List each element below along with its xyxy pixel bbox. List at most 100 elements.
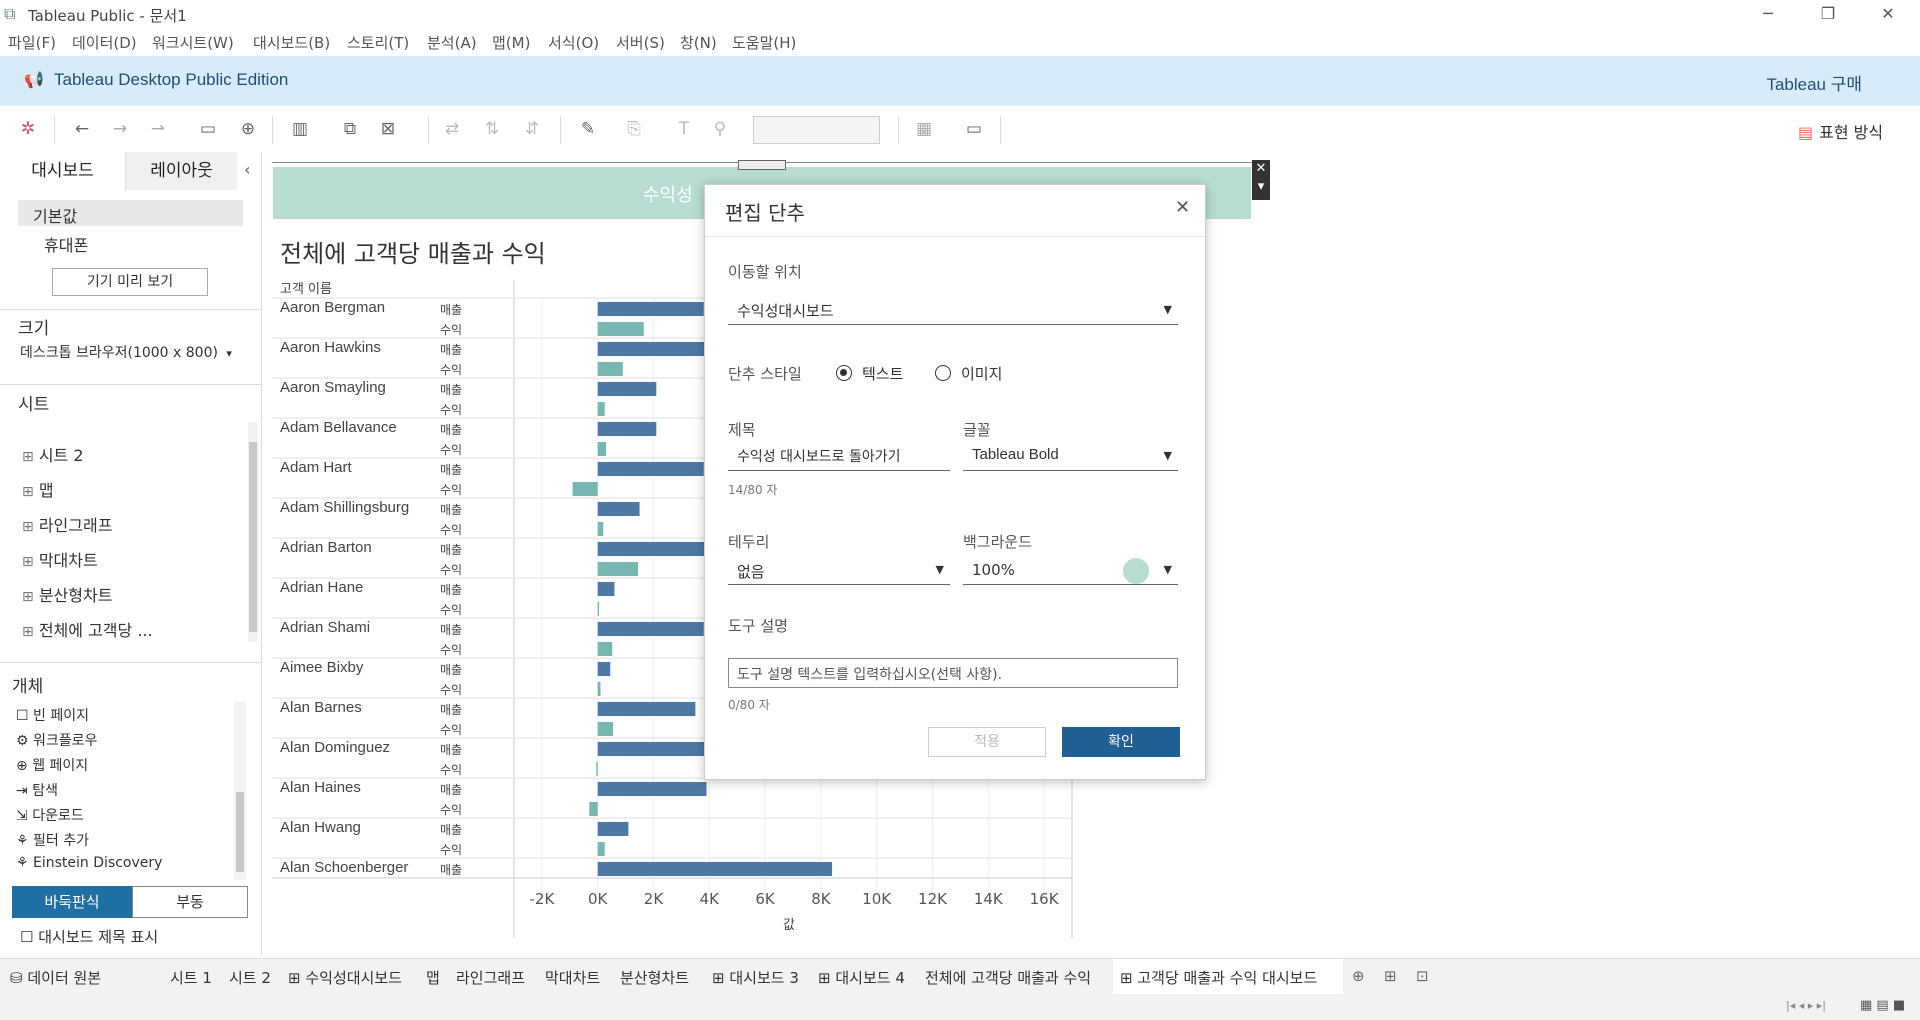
show-title-checkbox[interactable]: ☐ 대시보드 제목 표시 <box>20 926 158 947</box>
card-toggle-icon[interactable]: ▦ <box>912 119 936 139</box>
customer-name: Aaron Hawkins <box>280 339 381 356</box>
highlight-icon[interactable]: ✎ <box>576 119 600 139</box>
buy-tableau-link[interactable]: Tableau 구매 <box>1766 70 1862 95</box>
sheets-scrollbar[interactable] <box>248 422 258 642</box>
tab-line[interactable]: 라인그래프 <box>456 967 525 988</box>
menu-map[interactable]: 맵(M) <box>492 32 530 53</box>
sheet-item-map[interactable]: ⊞ 맵 <box>22 477 54 501</box>
sheet-item-2[interactable]: ⊞ 시트 2 <box>22 442 84 466</box>
tab-dashboard4[interactable]: ⊞ 대시보드 4 <box>818 967 905 988</box>
object-blank[interactable]: ☐ 빈 페이지 <box>16 705 89 725</box>
label-icon[interactable]: T <box>672 119 696 139</box>
tab-dashboard[interactable]: 대시보드 <box>0 152 125 190</box>
view-toggle-icons[interactable]: ▦ ▤ ■ <box>1860 998 1905 1013</box>
chevron-down-icon: ▼ <box>1163 449 1172 462</box>
bar-sales <box>597 502 640 516</box>
restore-button[interactable]: ❐ <box>1808 2 1848 26</box>
object-add-filter[interactable]: ⚘ 필터 추가 <box>16 830 89 850</box>
tooltip-input[interactable]: 도구 설명 텍스트를 입력하십시오(선택 사항). <box>728 658 1178 688</box>
tab-label: 수익성대시보드 <box>305 969 402 987</box>
collapse-pane-icon[interactable]: ‹ <box>244 160 250 179</box>
new-worksheet-icon[interactable]: ▥ <box>288 119 312 139</box>
sheet-item-customer[interactable]: ⊞ 전체에 고객당 ... <box>22 617 153 641</box>
tab-map[interactable]: 맵 <box>426 967 440 988</box>
redo-icon[interactable]: → <box>108 119 132 139</box>
presentation-icon[interactable]: ▭ <box>962 119 986 139</box>
font-select[interactable]: Tableau Bold ▼ <box>963 443 1178 471</box>
new-dashboard-icon[interactable]: ⊞ <box>1384 967 1397 985</box>
menu-help[interactable]: 도움말(H) <box>732 32 796 53</box>
menu-file[interactable]: 파일(F) <box>8 32 56 53</box>
menu-server[interactable]: 서버(S) <box>616 32 665 53</box>
object-einstein[interactable]: ⚘ Einstein Discovery <box>16 855 162 871</box>
save-icon[interactable]: ▭ <box>196 119 220 139</box>
page-nav-icons[interactable]: |◂ ◂ ▸ ▸| <box>1786 999 1826 1012</box>
tiled-toggle[interactable]: 바둑판식 <box>12 886 132 918</box>
minimize-button[interactable]: ─ <box>1748 2 1788 26</box>
device-preview-button[interactable]: 기기 미리 보기 <box>52 268 208 296</box>
move-handle[interactable] <box>738 160 786 170</box>
tab-layout[interactable]: 레이아웃 <box>125 152 237 190</box>
menu-format[interactable]: 서식(O) <box>548 32 599 53</box>
measure-label: 매출 <box>440 583 462 597</box>
object-webpage[interactable]: ⊕ 웹 페이지 <box>16 755 88 775</box>
apply-button[interactable]: 적용 <box>928 727 1046 757</box>
close-object-button[interactable]: ✕ ▾ <box>1252 160 1270 200</box>
sort-descending-icon[interactable]: ⇵ <box>520 119 544 139</box>
border-select[interactable]: 없음 ▼ <box>728 557 950 585</box>
swap-icon[interactable]: ⇄ <box>440 119 464 139</box>
show-me-button[interactable]: ▤ 표현 방식 <box>1798 119 1883 143</box>
background-select[interactable]: 100% ▼ <box>963 557 1178 585</box>
group-icon[interactable]: ⎘ <box>622 119 646 139</box>
size-heading: 크기 <box>18 319 50 339</box>
menu-story[interactable]: 스토리(T) <box>347 32 409 53</box>
sheet-item-scatter[interactable]: ⊞ 분산형차트 <box>22 582 112 606</box>
sort-ascending-icon[interactable]: ⇅ <box>480 119 504 139</box>
sheet-item-bar[interactable]: ⊞ 막대차트 <box>22 547 98 571</box>
object-workflow[interactable]: ⚙ 워크플로우 <box>16 730 97 750</box>
sheet-item-line[interactable]: ⊞ 라인그래프 <box>22 512 112 536</box>
object-download[interactable]: ⇲ 다운로드 <box>16 805 84 825</box>
floating-toggle[interactable]: 부동 <box>132 886 248 918</box>
tab-dashboard3[interactable]: ⊞ 대시보드 3 <box>712 967 799 988</box>
menu-dashboard[interactable]: 대시보드(B) <box>253 32 330 53</box>
tab-customer-dashboard[interactable]: ⊞ 고객당 매출과 수익 대시보드 <box>1120 967 1317 988</box>
new-story-icon[interactable]: ⊡ <box>1416 967 1429 985</box>
undo-icon[interactable]: ← <box>70 119 94 139</box>
tab-scatter[interactable]: 분산형차트 <box>620 967 689 988</box>
dashboard-icon: ⊞ <box>288 969 301 987</box>
tab-data-source[interactable]: ⛁ 데이터 원본 <box>10 967 101 988</box>
tab-customer-sheet[interactable]: 전체에 고객당 매출과 수익 <box>925 967 1091 988</box>
tab-sheet1[interactable]: 시트 1 <box>170 967 212 988</box>
duplicate-icon[interactable]: ⧉ <box>338 119 362 139</box>
tab-sheet2[interactable]: 시트 2 <box>229 967 271 988</box>
tab-bar[interactable]: 막대차트 <box>545 967 600 988</box>
objects-scrollbar[interactable] <box>234 702 246 880</box>
menu-data[interactable]: 데이터(D) <box>72 32 137 53</box>
size-dropdown[interactable]: 데스크톱 브라우저(1000 x 800) ▾ <box>20 342 232 362</box>
fit-dropdown[interactable] <box>753 116 880 144</box>
ok-button[interactable]: 확인 <box>1062 727 1180 757</box>
device-phone[interactable]: 휴대폰 <box>44 232 88 256</box>
goto-select[interactable]: 수익성대시보드 ▼ <box>728 297 1178 325</box>
background-color-swatch[interactable] <box>1123 558 1149 584</box>
device-default[interactable]: 기본값 <box>18 200 243 226</box>
new-worksheet-icon[interactable]: ⊕ <box>1352 967 1365 985</box>
clear-sheet-icon[interactable]: ⊠ <box>376 119 400 139</box>
tableau-app-icon: ⧉ <box>4 4 16 23</box>
menu-window[interactable]: 창(N) <box>680 32 717 53</box>
x-tick-label: 14K <box>974 890 1004 908</box>
object-navigation[interactable]: ⇥ 탐색 <box>16 780 58 800</box>
menu-analysis[interactable]: 분석(A) <box>427 32 477 53</box>
close-icon[interactable]: ✕ <box>1175 197 1190 218</box>
pin-icon[interactable]: ⚲ <box>708 119 732 139</box>
bar-profit <box>597 362 623 376</box>
workflow-icon: ⚙ <box>16 733 29 749</box>
title-input[interactable]: 수익성 대시보드로 돌아가기 <box>728 443 950 471</box>
replay-icon[interactable]: ⇀ <box>146 119 170 139</box>
tab-profit-dashboard[interactable]: ⊞ 수익성대시보드 <box>288 967 402 988</box>
new-data-source-icon[interactable]: ⊕ <box>236 119 260 139</box>
menu-worksheet[interactable]: 워크시트(W) <box>152 32 234 53</box>
tableau-logo-icon[interactable]: ✲ <box>16 119 40 139</box>
close-window-button[interactable]: ✕ <box>1868 2 1908 26</box>
